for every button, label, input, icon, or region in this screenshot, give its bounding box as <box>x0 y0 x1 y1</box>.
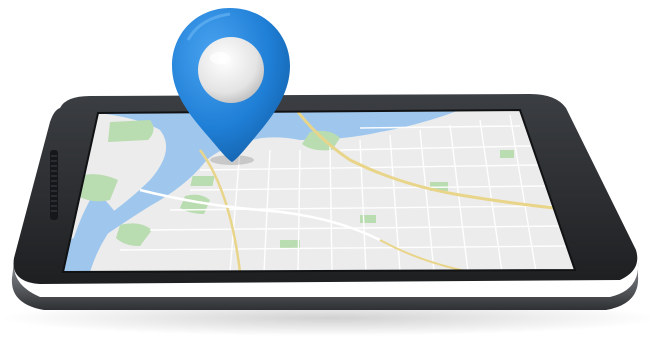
illustration <box>0 8 650 336</box>
map-park <box>280 240 300 248</box>
map-park <box>500 150 514 158</box>
map-screen <box>63 110 575 272</box>
scene <box>0 0 650 344</box>
map-park <box>360 215 376 223</box>
map-park <box>108 120 154 142</box>
map-park <box>190 176 215 186</box>
speaker-grille-icon <box>50 150 58 220</box>
